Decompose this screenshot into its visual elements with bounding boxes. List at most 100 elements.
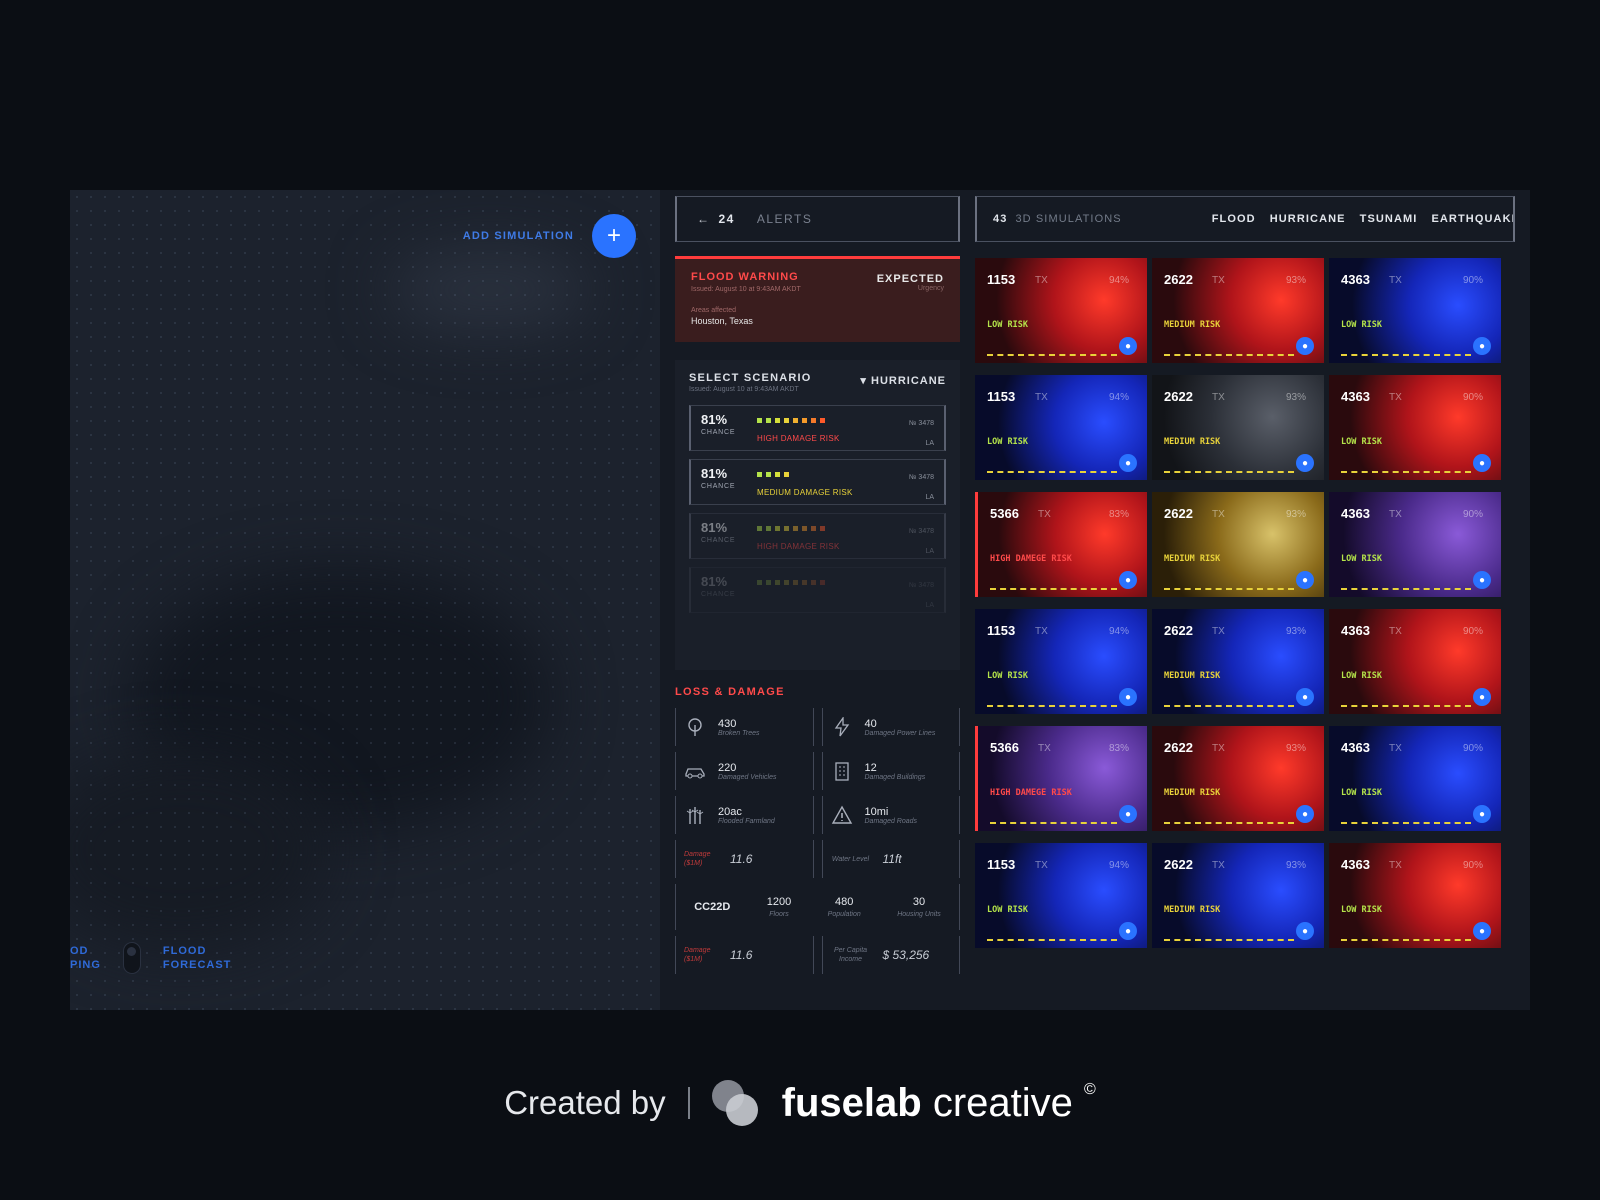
water-drop-icon[interactable]: ● [1119,337,1137,355]
alerts-header[interactable]: ← 24 ALERTS [675,196,960,242]
risk-dashed-line [1164,822,1294,824]
simulation-card[interactable]: 4363 TX 90% LOW RISK ● [1329,492,1501,597]
water-drop-icon[interactable]: ● [1119,922,1137,940]
scenario-code: LA [925,494,934,501]
scenario-row[interactable]: 81% CHANCE № 3478 LA [689,567,946,613]
add-simulation-label[interactable]: ADD SIMULATION [463,230,574,242]
simulation-card[interactable]: 1153 TX 94% LOW RISK ● [975,843,1147,948]
water-drop-icon[interactable]: ● [1119,571,1137,589]
flood-mapping-label[interactable]: OD PING [70,944,101,972]
water-drop-icon[interactable]: ● [1296,805,1314,823]
simulation-card[interactable]: 4363 TX 90% LOW RISK ● [1329,609,1501,714]
alerts-count: 24 [718,212,735,226]
water-drop-icon[interactable]: ● [1119,688,1137,706]
simulation-card[interactable]: 4363 TX 90% LOW RISK ● [1329,726,1501,831]
risk-dashed-line [1341,939,1471,941]
flood-forecast-label[interactable]: FLOOD FORECAST [163,944,232,972]
scenario-type-dropdown[interactable]: ▾ HURRICANE [860,374,946,387]
simulation-percent: 94% [1108,860,1129,871]
water-drop-icon[interactable]: ● [1119,454,1137,472]
scenario-code: LA [925,548,934,555]
simulation-state: TX [1038,509,1051,520]
scenario-row[interactable]: 81% CHANCE HIGH DAMAGE RISK № 3478 LA [689,405,946,451]
simulation-percent: 93% [1285,743,1306,754]
simulation-state: TX [1035,860,1048,871]
scenario-id: № 3478 [908,582,934,589]
water-drop-icon[interactable]: ● [1473,454,1491,472]
damage-cell: Damage ($1M) 11.6 [675,840,814,878]
risk-dashed-line [1341,588,1471,590]
simulation-card[interactable]: 2622 TX 93% MEDIUM RISK ● [1152,375,1324,480]
simulation-card[interactable]: 5366 TX 83% HIGH DAMEGE RISK ● [975,492,1147,597]
simulation-risk: MEDIUM RISK [1164,554,1221,564]
loss-damage-grid: 430 Broken Trees 40 Damaged Power Lines 22… [675,708,960,974]
water-drop-icon[interactable]: ● [1473,571,1491,589]
zone-code: CC22D [694,901,731,913]
simulation-risk: MEDIUM RISK [1164,437,1221,447]
simulations-count: 43 [993,213,1008,225]
simulation-card[interactable]: 2622 TX 93% MEDIUM RISK ● [1152,492,1324,597]
simulation-card[interactable]: 1153 TX 94% LOW RISK ● [975,609,1147,714]
floors-label: Floors [769,911,789,918]
water-drop-icon[interactable]: ● [1119,805,1137,823]
water-drop-icon[interactable]: ● [1473,922,1491,940]
scenario-number: № 3478 LA [909,522,934,562]
simulation-id: 2622 [1164,623,1193,638]
car-icon [684,760,706,782]
risk-dashed-line [1164,705,1294,707]
flood-forecast-toggle[interactable] [122,942,141,974]
back-arrow-icon[interactable]: ← [697,212,711,226]
simulation-card[interactable]: 4363 TX 90% LOW RISK ● [1329,843,1501,948]
damage-value: 11.6 [730,852,753,866]
simulations-title: 3D SIMULATIONS [1015,213,1122,225]
filter-flood[interactable]: FLOOD [1212,213,1256,225]
add-simulation-button[interactable]: + [592,214,636,258]
simulation-card[interactable]: 1153 TX 94% LOW RISK ● [975,258,1147,363]
water-drop-icon[interactable]: ● [1296,688,1314,706]
scenario-risk-label: MEDIUM DAMAGE RISK [757,488,853,497]
simulation-card[interactable]: 5366 TX 83% HIGH DAMEGE RISK ● [975,726,1147,831]
scenario-row[interactable]: 81% CHANCE MEDIUM DAMAGE RISK № 3478 LA [689,459,946,505]
brand-name: fuselab creative © [782,1081,1096,1126]
water-drop-icon[interactable]: ● [1296,337,1314,355]
simulation-card[interactable]: 2622 TX 93% MEDIUM RISK ● [1152,609,1324,714]
areas-affected-label: Areas affected [691,307,737,314]
add-simulation[interactable]: ADD SIMULATION + [463,214,636,258]
filter-hurricane[interactable]: HURRICANE [1270,213,1346,225]
flood-warning-card[interactable]: FLOOD WARNING Issued: August 10 at 9:43A… [675,256,960,342]
simulation-risk: LOW RISK [987,320,1028,330]
scenario-code: LA [925,602,934,609]
scenario-number: № 3478 LA [909,468,934,508]
water-drop-icon[interactable]: ● [1473,805,1491,823]
fuselab-logo-icon [711,1080,760,1126]
simulation-id: 4363 [1341,857,1370,872]
water-drop-icon[interactable]: ● [1296,454,1314,472]
income-cell: Per Capita Income $ 53,256 [821,936,960,974]
simulation-percent: 94% [1108,392,1129,403]
risk-dashed-line [1164,939,1294,941]
simulation-card[interactable]: 4363 TX 90% LOW RISK ● [1329,375,1501,480]
scenario-row[interactable]: 81% CHANCE HIGH DAMAGE RISK № 3478 LA [689,513,946,559]
simulation-risk: LOW RISK [1341,554,1382,564]
simulation-card[interactable]: 2622 TX 93% MEDIUM RISK ● [1152,726,1324,831]
footer-divider [687,1087,690,1119]
simulation-card[interactable]: 4363 TX 90% LOW RISK ● [1329,258,1501,363]
simulation-card[interactable]: 1153 TX 94% LOW RISK ● [975,375,1147,480]
map-panel[interactable]: ADD SIMULATION + OD PING FLOOD FORECAST [70,190,660,1010]
water-drop-icon[interactable]: ● [1473,337,1491,355]
risk-dashed-line [990,822,1117,824]
copyright-mark: © [1084,1080,1096,1098]
simulation-state: TX [1389,860,1402,871]
simulation-card[interactable]: 2622 TX 93% MEDIUM RISK ● [1152,843,1324,948]
water-drop-icon[interactable]: ● [1296,922,1314,940]
simulation-risk: MEDIUM RISK [1164,788,1221,798]
water-drop-icon[interactable]: ● [1473,688,1491,706]
risk-dashed-line [987,939,1117,941]
filter-tsunami[interactable]: TSUNAMI [1360,213,1418,225]
filter-earthquake[interactable]: EARTHQUAKE [1431,213,1513,225]
simulation-card[interactable]: 2622 TX 93% MEDIUM RISK ● [1152,258,1324,363]
simulations-panel: 43 3D SIMULATIONS FLOOD HURRICANE TSUNAM… [975,190,1515,1010]
loss-desc: Broken Trees [718,729,760,737]
population-value: 480 [835,896,854,908]
water-drop-icon[interactable]: ● [1296,571,1314,589]
